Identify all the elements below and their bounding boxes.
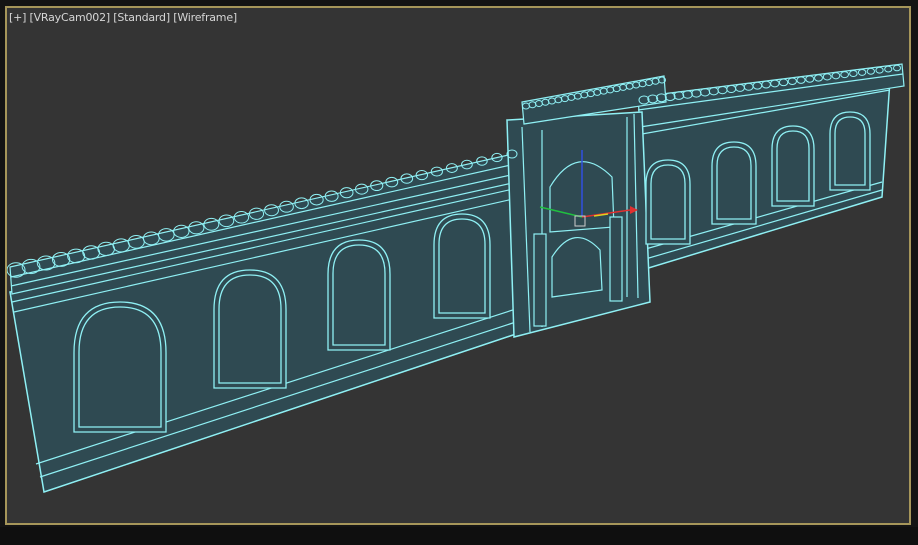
wireframe-scene[interactable] — [7, 8, 909, 523]
display-mode-label-button[interactable]: [Wireframe] — [173, 11, 237, 24]
viewport-label-bar: [+] [VRayCam002] [Standard] [Wireframe] — [9, 11, 237, 24]
viewport-menu-button[interactable]: [+] — [9, 11, 26, 24]
gate-arch-lower — [551, 236, 603, 298]
arched-window — [711, 141, 757, 225]
viewport-bottom-bar — [0, 527, 918, 545]
arched-window — [73, 301, 167, 433]
right-column — [609, 216, 623, 302]
arched-window — [829, 111, 871, 191]
arched-window — [771, 125, 815, 207]
perspective-viewport[interactable]: [+] [VRayCam002] [Standard] [Wireframe] — [5, 6, 911, 525]
shading-label-button[interactable]: [Standard] — [113, 11, 170, 24]
arched-window — [213, 269, 287, 389]
left-column — [533, 233, 547, 327]
viewport-frame: [+] [VRayCam002] [Standard] [Wireframe] — [0, 0, 918, 545]
camera-label-button[interactable]: [VRayCam002] — [30, 11, 111, 24]
arched-window — [327, 239, 391, 351]
